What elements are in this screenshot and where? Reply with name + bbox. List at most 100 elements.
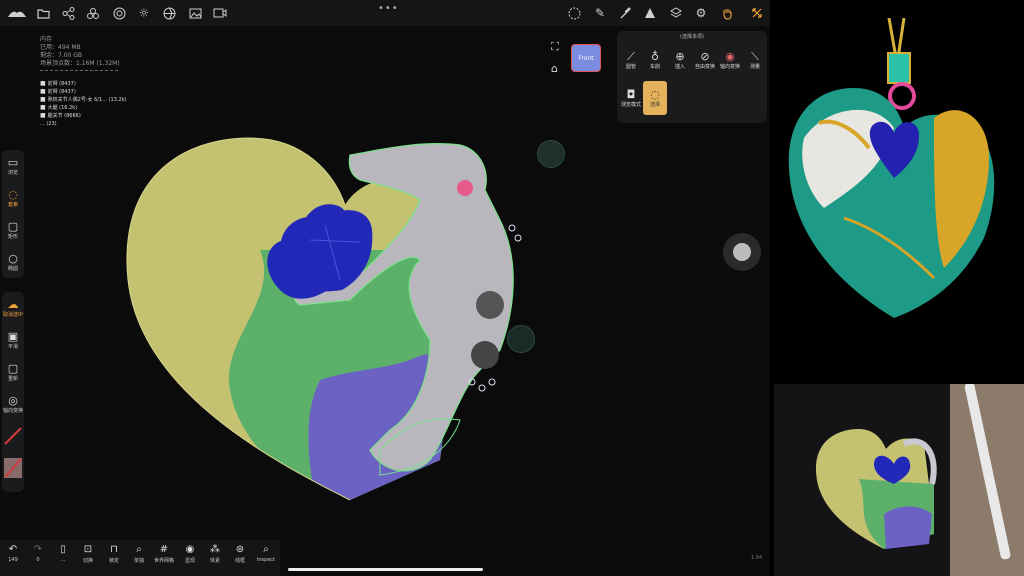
wireframe-icon: ⊛	[235, 544, 245, 555]
axis-transform-button[interactable]: ◎ 轴向变换	[2, 388, 24, 420]
logo-icon[interactable]	[6, 4, 28, 22]
wireframe-button[interactable]: ⊛ 线框	[227, 543, 253, 564]
action-toolbar: ☁ 取消选中 ▣ 平滑 ▢ 重新 ◎ 轴向变换	[2, 292, 24, 492]
camera-icon: ◘	[626, 88, 636, 101]
lock-button[interactable]: ⊓ 锁定	[101, 543, 127, 564]
view-cube-front[interactable]: Front	[571, 44, 601, 72]
ring-icon: ♁	[650, 50, 660, 63]
tool-camera[interactable]: ▭ 浏览	[2, 150, 24, 182]
tool-tube[interactable]: ⟋ 圆管	[619, 43, 643, 77]
tool-axis-transform[interactable]: ◉ 轴向变换	[718, 43, 742, 77]
lock-icon: ⊓	[110, 544, 118, 555]
layer-item[interactable]: ■ 前臂 (8437)	[40, 80, 127, 88]
lasso-icon: ◌	[8, 187, 18, 201]
device-button[interactable]: ▯...	[50, 543, 76, 563]
window-menu-dots[interactable]: •••	[378, 3, 399, 14]
display-button[interactable]: ◉ 显现	[177, 543, 203, 564]
solo-button[interactable]: ⌕ 单独	[126, 543, 152, 564]
hand-icon[interactable]	[718, 4, 736, 22]
scene-vertices: 场景顶点数：1.16M (1.32M)	[40, 60, 120, 67]
body-icon: ⁂	[210, 544, 220, 555]
redo-mask-button[interactable]: ▢ 重新	[2, 356, 24, 388]
secondary-color-swatch[interactable]	[4, 458, 22, 478]
light-icon[interactable]: ☼	[135, 4, 153, 22]
collapse-icon[interactable]	[748, 4, 766, 22]
deselect-button[interactable]: ☁ 取消选中	[2, 292, 24, 324]
layer-item[interactable]: ■ 前臂 (8437)	[40, 88, 127, 96]
fullscreen-icon[interactable]: ⛶	[551, 40, 559, 54]
reference-image	[788, 18, 995, 318]
stack-icon[interactable]	[667, 4, 685, 22]
gizmo-handle[interactable]	[507, 325, 535, 353]
world-grid-button[interactable]: # 世界网格	[151, 543, 177, 564]
video-icon[interactable]	[211, 4, 229, 22]
redo-button[interactable]: ↷ 0	[25, 543, 51, 563]
share-icon[interactable]	[59, 4, 77, 22]
curve-icon: ⟋	[627, 50, 635, 63]
home-indicator	[288, 568, 483, 571]
tool-lathe[interactable]: ♁ 车削	[643, 43, 667, 77]
layers-icon[interactable]	[84, 4, 102, 22]
rect-icon: ▢	[7, 219, 19, 233]
axis-icon: ◎	[8, 393, 18, 407]
top-toolbar: ☼ ••• ✎ ⚙	[0, 0, 770, 26]
triangle-icon[interactable]	[641, 4, 659, 22]
image-icon[interactable]	[186, 4, 204, 22]
layer-item[interactable]: ... (23)	[40, 120, 127, 128]
tool-insert[interactable]: ⊕ 插入	[668, 43, 692, 77]
panel-title: (选择多项)	[680, 34, 704, 40]
tool-free-transform[interactable]: ⊘ 自由变换	[693, 43, 717, 77]
gizmo-handle[interactable]	[537, 140, 565, 168]
redo-icon: ↷	[33, 544, 43, 555]
smooth-icon: ▣	[7, 329, 19, 343]
layer-list: ■ 前臂 (8437) ■ 前臂 (8437) ■ 熟权关节人偶2号-女 6/1…	[40, 80, 127, 128]
layer-item[interactable]: ■ 熟权关节人偶2号-女 6/1... (13.2k)	[40, 96, 127, 104]
home-icon[interactable]: ⌂	[551, 62, 558, 75]
layer-item[interactable]: ■ 腿关节 (8666)	[40, 112, 127, 120]
pressure-button[interactable]	[723, 233, 761, 271]
select-icon[interactable]	[565, 4, 583, 22]
brush-color-swatch[interactable]	[4, 424, 22, 448]
ruler-icon: ⟍	[751, 50, 759, 63]
eye-icon: ◉	[185, 544, 195, 555]
cloud-icon: ☁	[7, 297, 19, 311]
selection-toolbar: ▭ 浏览 ◌ 套索 ▢ 矩形 ○ 椭圆	[2, 150, 24, 278]
bottom-toolbar: ↶ 149 ↷ 0 ▯... ⊡ 切换 ⊓ 锁定 ⌕ 单独 # 世界网格 ◉ 显现 ⁂ 体素 ⊛…	[0, 540, 280, 576]
reference-panel	[770, 0, 1024, 576]
memory-label: 内存	[40, 36, 53, 43]
switch-button[interactable]: ⊡ 切换	[75, 543, 101, 564]
tool-browse-mode[interactable]: ◘ 测览模式	[619, 81, 643, 115]
brush-icon[interactable]	[616, 4, 634, 22]
voxel-button[interactable]: ⁂ 体素	[202, 543, 228, 564]
smooth-button[interactable]: ▣ 平滑	[2, 324, 24, 356]
tool-ellipse[interactable]: ○ 椭圆	[2, 246, 24, 278]
divider	[40, 70, 118, 71]
hide-icon: ▢	[7, 361, 19, 375]
layer-item[interactable]: ■ 大腿 (16.2k)	[40, 104, 127, 112]
axis-transform-icon: ◉	[725, 50, 735, 63]
camera-icon: ▭	[7, 155, 19, 169]
scene-info: 内存 已用：494 MB 剩余：7.00 GB 场景顶点数：1.16M (1.3…	[40, 36, 120, 73]
insert-icon: ⊕	[675, 50, 685, 63]
undo-button[interactable]: ↶ 149	[0, 543, 26, 563]
aperture-icon[interactable]	[160, 4, 178, 22]
memory-used: 已用：494 MB	[40, 44, 81, 51]
select-icon: ◌	[650, 88, 660, 101]
tool-measure[interactable]: ⟍ 测量	[743, 43, 767, 77]
tool-panel: (选择多项) ⟋ 圆管 ♁ 车削 ⊕ 插入 ⊘ 自由变换 ◉ 轴向变换 ⟍ 测量 ◘ 测览模式…	[617, 31, 767, 123]
tutorial-video-frame	[774, 384, 1024, 576]
viewport-model[interactable]	[120, 130, 540, 530]
ellipse-icon: ○	[8, 251, 18, 265]
tool-lasso[interactable]: ◌ 套索	[2, 182, 24, 214]
fps-readout: 1.84	[751, 555, 763, 561]
free-transform-icon: ⊘	[700, 50, 710, 63]
pen-icon[interactable]: ✎	[591, 4, 609, 22]
tool-rect[interactable]: ▢ 矩形	[2, 214, 24, 246]
memory-remaining: 剩余：7.00 GB	[40, 52, 83, 59]
tool-select[interactable]: ◌ 选择	[643, 81, 667, 115]
material-icon[interactable]	[110, 4, 128, 22]
video-heart-preview	[816, 429, 937, 549]
settings-icon[interactable]: ⚙	[692, 4, 710, 22]
folder-icon[interactable]	[34, 4, 52, 22]
inspect-button[interactable]: ⌕ Inspect	[253, 543, 279, 563]
